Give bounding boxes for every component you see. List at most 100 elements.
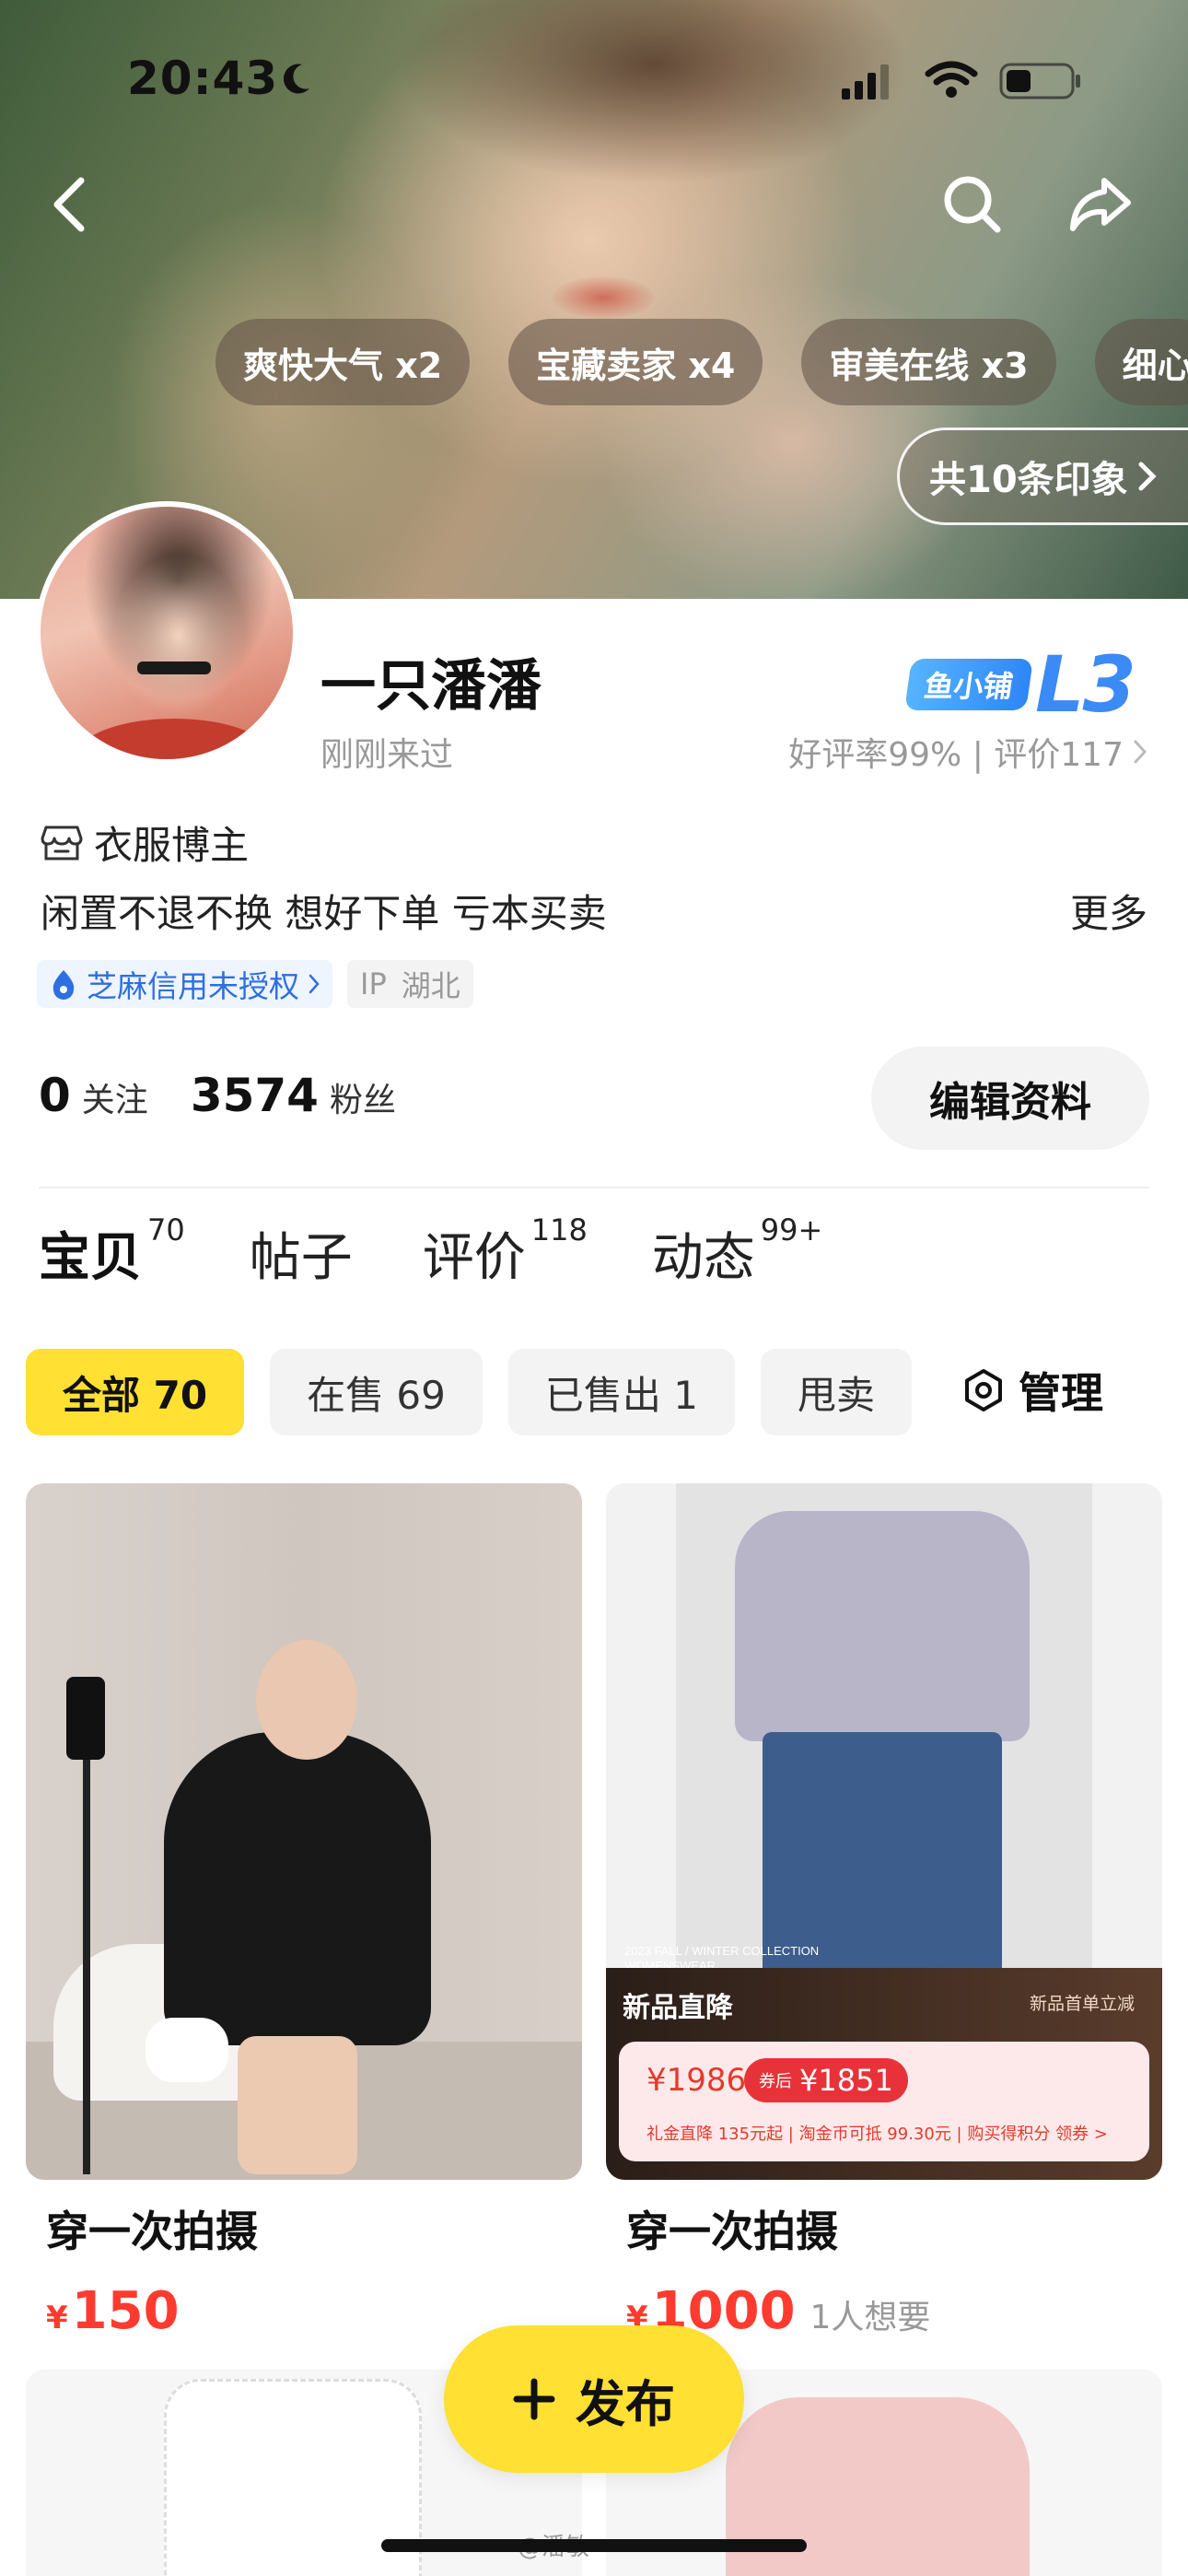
divider	[39, 1187, 1149, 1188]
publish-button[interactable]: 发布	[444, 2325, 744, 2473]
item-wants: 1人想要	[809, 2299, 931, 2336]
username: 一只潘潘	[320, 654, 542, 719]
filter-on-sale[interactable]: 在售 69	[270, 1349, 483, 1435]
promo-price-box: ¥1986 券后 ¥1851 礼金直降 135元起 | 淘金币可抵 99.30元…	[619, 2042, 1149, 2161]
tab-label: 评价	[422, 1228, 526, 1288]
photo-detail	[66, 1677, 105, 1760]
tab-count: 118	[530, 1212, 588, 1247]
wifi-icon	[925, 61, 978, 98]
fans-label[interactable]: 粉丝	[330, 1073, 396, 1121]
photo-detail	[238, 2036, 357, 2174]
chevron-right-icon	[309, 974, 320, 994]
chevron-right-icon	[1134, 740, 1147, 764]
impression-tag[interactable]: 爽快大气 x2	[215, 319, 471, 405]
item-price: 150	[71, 2281, 180, 2341]
tab-count: 70	[147, 1212, 185, 1247]
coupon-price: ¥1851	[799, 2063, 893, 2098]
manage-button[interactable]: 管理	[961, 1360, 1103, 1421]
photo-detail	[164, 1732, 431, 2045]
promo-detail: 礼金直降 135元起 | 淘金币可抵 99.30元 | 购买得积分 领券 >	[646, 2125, 1108, 2144]
coupon-label: 券后	[759, 2072, 792, 2091]
search-button[interactable]	[934, 166, 1011, 243]
following-count[interactable]: 0	[39, 1069, 71, 1122]
photo-detail	[146, 2018, 228, 2082]
photo-detail	[256, 1640, 357, 1760]
all-impressions-button[interactable]: 共10条印象	[897, 427, 1188, 525]
content-tabs: 宝贝 70 帖子 评价 118 动态 99+	[39, 1212, 887, 1290]
profile-badges: 芝麻信用未授权 IP 湖北	[37, 960, 473, 1008]
fans-count[interactable]: 3574	[191, 1069, 319, 1122]
collection-line: 2023 FALL / WINTER COLLECTION	[624, 1944, 820, 1958]
shop-level: L3	[1035, 639, 1136, 730]
avatar-detail	[137, 662, 211, 674]
avatar-detail	[77, 719, 271, 759]
item-photo[interactable]: 2023 FALL / WINTER COLLECTION WOMENSWEAR…	[606, 1483, 1162, 2180]
item-title: 穿一次拍摄	[46, 2207, 258, 2256]
bio: 闲置不退不换 想好下单 亏本买卖	[41, 891, 607, 936]
photo-detail	[735, 1511, 1030, 1741]
follow-stats: 0 关注 3574 粉丝	[39, 1069, 438, 1122]
impressions-label: 共10条印象	[929, 459, 1128, 501]
ip-location-badge: IP 湖北	[347, 960, 473, 1008]
currency-symbol: ¥	[46, 2300, 68, 2336]
avatar[interactable]	[35, 501, 298, 765]
tab-reviews[interactable]: 评价 118	[422, 1212, 588, 1290]
impression-tags: 爽快大气 x2 宝藏卖家 x4 审美在线 x3 细心	[215, 319, 1188, 405]
sesame-icon	[52, 970, 75, 1000]
plus-icon	[513, 2378, 555, 2420]
impression-tag[interactable]: 审美在线 x3	[801, 319, 1056, 405]
rating-summary[interactable]: 好评率99% | 评价117	[788, 728, 1147, 776]
impression-tag[interactable]: 细心	[1094, 319, 1188, 405]
status-bar: 20:43	[0, 0, 1188, 157]
tab-posts[interactable]: 帖子	[250, 1216, 358, 1290]
back-button[interactable]	[31, 166, 109, 243]
ip-location: 湖北	[401, 968, 460, 1003]
chevron-left-icon	[53, 177, 85, 232]
rating-text: 好评率99% | 评价117	[788, 736, 1124, 774]
promo-coupon-price: 券后 ¥1851	[744, 2058, 908, 2102]
shop-badge-label: 鱼小铺	[904, 659, 1033, 710]
item-card[interactable]: 穿一次拍摄 ¥ 150	[26, 1483, 582, 2341]
status-time: 20:43	[127, 52, 279, 105]
tab-label: 帖子	[249, 1228, 353, 1288]
item-card[interactable]: 2023 FALL / WINTER COLLECTION WOMENSWEAR…	[606, 1483, 1162, 2341]
tab-label: 宝贝	[39, 1228, 142, 1288]
filter-all[interactable]: 全部 70	[26, 1349, 245, 1435]
filter-sold[interactable]: 已售出 1	[507, 1349, 735, 1435]
chevron-right-icon	[1138, 462, 1157, 491]
tab-activity[interactable]: 动态 99+	[651, 1212, 823, 1290]
ip-label: IP	[360, 966, 387, 1001]
item-photo[interactable]	[26, 1483, 582, 2180]
shop-icon	[41, 825, 83, 860]
publish-label: 发布	[576, 2374, 675, 2433]
share-button[interactable]	[1061, 166, 1138, 243]
impression-tag[interactable]: 宝藏卖家 x4	[508, 319, 763, 405]
edit-profile-button[interactable]: 编辑资料	[871, 1047, 1149, 1150]
role-row: 衣服博主	[41, 814, 249, 871]
promo-original-price: ¥1986	[646, 2062, 747, 2099]
cover-photo-detail	[553, 276, 654, 319]
tab-count: 99+	[760, 1212, 823, 1247]
promo-banner[interactable]: 新品直降 新品首单立减 ¥1986 券后 ¥1851 礼金直降 135元起 | …	[606, 1968, 1162, 2180]
home-indicator[interactable]	[381, 2539, 807, 2552]
bio-more-link[interactable]: 更多	[1070, 883, 1147, 939]
tab-label: 动态	[651, 1228, 755, 1288]
signal-icon	[842, 64, 889, 100]
manage-label: 管理	[1019, 1368, 1103, 1418]
sesame-label: 芝麻信用未授权	[87, 968, 299, 1004]
following-label[interactable]: 关注	[82, 1073, 148, 1121]
share-icon	[1070, 178, 1131, 231]
search-icon	[944, 176, 1001, 233]
manage-icon	[965, 1369, 1002, 1411]
item-title: 穿一次拍摄	[626, 2207, 838, 2256]
item-filters: 全部 70 在售 69 已售出 1 甩卖	[26, 1349, 912, 1435]
role-label: 衣服博主	[94, 823, 250, 868]
last-seen: 刚刚来过	[320, 736, 454, 774]
shop-level-badge[interactable]: 鱼小铺 L3	[904, 639, 1136, 730]
tab-items[interactable]: 宝贝 70	[39, 1212, 185, 1290]
filter-clearance[interactable]: 甩卖	[760, 1349, 912, 1435]
promo-title: 新品直降	[623, 1992, 733, 2024]
sesame-credit-badge[interactable]: 芝麻信用未授权	[37, 960, 332, 1008]
moon-icon	[283, 64, 309, 94]
battery-icon	[999, 63, 1080, 100]
